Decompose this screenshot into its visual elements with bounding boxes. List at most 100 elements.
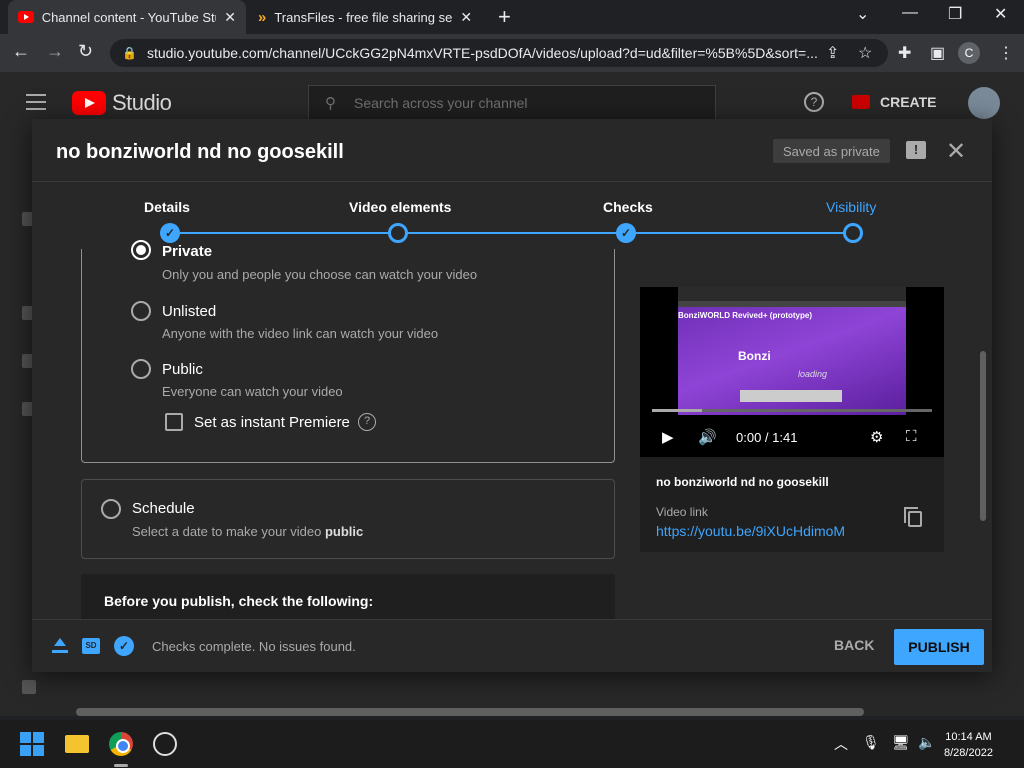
saved-status-badge: Saved as private bbox=[773, 139, 890, 163]
side-panel-icon[interactable]: ▣ bbox=[930, 43, 945, 63]
upload-dialog: no bonziworld nd no goosekill Saved as p… bbox=[32, 119, 992, 672]
step-done-check-icon[interactable]: ✓ bbox=[616, 223, 636, 243]
step-video-elements[interactable]: Video elements bbox=[349, 199, 451, 217]
schedule-desc-bold: public bbox=[324, 524, 364, 539]
bookmark-star-icon[interactable]: ☆ bbox=[858, 43, 872, 63]
option-private-title: Private bbox=[162, 243, 213, 260]
step-details[interactable]: Details bbox=[144, 199, 190, 217]
back-arrow-icon[interactable]: ← bbox=[12, 41, 30, 62]
youtube-logo-icon bbox=[72, 91, 106, 115]
speaker-icon[interactable]: 🔈 bbox=[918, 734, 935, 751]
address-bar[interactable]: 🔒 studio.youtube.com/channel/UCckGG2pN4m… bbox=[110, 39, 888, 67]
dialog-footer: SD ✓ Checks complete. No issues found. B… bbox=[32, 619, 992, 672]
transfiles-favicon-icon: » bbox=[258, 8, 267, 26]
fullscreen-icon[interactable]: ⛶ bbox=[906, 428, 917, 445]
windows-start-icon[interactable] bbox=[20, 732, 44, 756]
tab-transfiles[interactable]: » TransFiles - free file sharing service… bbox=[248, 0, 488, 34]
browser-tab-bar: Channel content - YouTube Studio ✕ » Tra… bbox=[0, 0, 1024, 34]
video-time: 0:00 / 1:41 bbox=[736, 430, 798, 445]
step-label: Checks bbox=[603, 199, 653, 215]
clock-date: 8/28/2022 bbox=[944, 747, 993, 759]
youtube-favicon-icon bbox=[18, 11, 34, 23]
sd-badge-icon: SD bbox=[82, 638, 100, 654]
help-question-icon[interactable]: ? bbox=[358, 413, 376, 431]
play-icon[interactable]: ▶ bbox=[662, 428, 674, 446]
step-checks[interactable]: Checks bbox=[603, 199, 653, 217]
tab-search-icon[interactable]: ⌄ bbox=[856, 4, 869, 24]
thumb-title: BonziWORLD Revived+ (prototype) bbox=[678, 311, 813, 320]
volume-icon[interactable]: 🔊 bbox=[698, 428, 717, 446]
network-icon[interactable]: 🖥 bbox=[892, 734, 910, 751]
menu-kebab-icon[interactable]: ⋮ bbox=[998, 43, 1014, 63]
settings-gear-icon[interactable]: ⚙ bbox=[870, 428, 883, 446]
schedule-desc: Select a date to make your video public bbox=[132, 524, 363, 539]
video-thumbnail: BonziWORLD Revived+ (prototype) Bonzi lo… bbox=[678, 287, 906, 415]
close-window-icon[interactable]: ✕ bbox=[994, 4, 1007, 24]
profile-avatar[interactable]: C bbox=[958, 42, 980, 64]
close-dialog-icon[interactable]: ✕ bbox=[946, 137, 966, 166]
thumb-loading: loading bbox=[798, 369, 828, 379]
copy-link-icon[interactable] bbox=[904, 507, 922, 527]
step-current-ring-icon[interactable] bbox=[843, 223, 863, 243]
send-feedback-icon[interactable]: ! bbox=[906, 141, 926, 159]
channel-search-input[interactable]: ⚲ Search across your channel bbox=[308, 85, 716, 121]
video-progress-fill bbox=[652, 409, 703, 412]
schedule-title: Schedule bbox=[132, 500, 195, 517]
url-text: studio.youtube.com/channel/UCckGG2pN4mxV… bbox=[146, 45, 818, 61]
page-horizontal-scrollbar[interactable] bbox=[76, 708, 864, 716]
chrome-icon[interactable] bbox=[109, 732, 133, 756]
option-private-desc: Only you and people you choose can watch… bbox=[162, 267, 478, 282]
back-button[interactable]: BACK bbox=[834, 637, 874, 653]
publish-button[interactable]: PUBLISH bbox=[894, 629, 984, 665]
tray-chevron-up-icon[interactable]: ︿ bbox=[834, 734, 848, 754]
reload-icon[interactable]: ↻ bbox=[78, 41, 93, 62]
preview-video-title: no bonziworld nd no goosekill bbox=[656, 475, 829, 489]
header-divider bbox=[32, 181, 992, 182]
video-link[interactable]: https://youtu.be/9iXUcHdimoM bbox=[656, 523, 845, 539]
forward-arrow-icon[interactable]: → bbox=[46, 41, 64, 62]
minimize-icon[interactable]: — bbox=[902, 4, 918, 22]
tab-title: Channel content - YouTube Studio bbox=[41, 9, 217, 25]
hamburger-menu-icon[interactable] bbox=[26, 94, 46, 110]
step-pending-dot-icon[interactable] bbox=[388, 223, 408, 243]
step-label: Details bbox=[144, 199, 190, 215]
schedule-box[interactable]: Schedule Select a date to make your vide… bbox=[81, 479, 615, 559]
tab-title: TransFiles - free file sharing service bbox=[274, 9, 453, 25]
feedback-sidebar-icon bbox=[22, 680, 36, 694]
taskbar-clock[interactable]: 10:14 AM 8/28/2022 bbox=[944, 729, 993, 761]
restore-icon[interactable]: ❐ bbox=[948, 4, 962, 24]
channel-avatar[interactable] bbox=[968, 87, 1000, 119]
radio-public[interactable] bbox=[131, 359, 151, 379]
file-explorer-icon[interactable] bbox=[65, 735, 89, 753]
help-icon[interactable]: ? bbox=[804, 92, 824, 112]
create-label: CREATE bbox=[880, 94, 937, 110]
tab-youtube-studio[interactable]: Channel content - YouTube Studio ✕ bbox=[8, 0, 246, 34]
option-unlisted-desc: Anyone with the video link can watch you… bbox=[162, 326, 439, 341]
before-publish-title: Before you publish, check the following: bbox=[104, 593, 374, 609]
video-progress-bar[interactable] bbox=[652, 409, 932, 412]
create-button[interactable]: CREATE bbox=[852, 90, 937, 114]
option-unlisted-title: Unlisted bbox=[162, 303, 217, 320]
radio-schedule[interactable] bbox=[101, 499, 121, 519]
dialog-title: no bonziworld nd no goosekill bbox=[56, 141, 344, 163]
thumb-logo: Bonzi bbox=[738, 349, 771, 363]
video-player[interactable]: BonziWORLD Revived+ (prototype) Bonzi lo… bbox=[640, 287, 944, 457]
close-tab-icon[interactable]: ✕ bbox=[460, 9, 472, 26]
microphone-icon[interactable]: 🎙 bbox=[862, 734, 880, 751]
studio-logo[interactable]: Studio bbox=[72, 90, 172, 116]
obs-icon[interactable] bbox=[153, 732, 177, 756]
clock-time: 10:14 AM bbox=[945, 731, 992, 743]
video-camera-icon bbox=[852, 95, 870, 109]
video-link-label: Video link bbox=[656, 505, 708, 519]
close-tab-icon[interactable]: ✕ bbox=[224, 9, 236, 26]
dialog-scrollbar[interactable] bbox=[980, 351, 986, 521]
step-done-check-icon[interactable]: ✓ bbox=[160, 223, 180, 243]
radio-private[interactable] bbox=[131, 240, 151, 260]
share-icon[interactable]: ⇪ bbox=[826, 43, 839, 63]
extensions-icon[interactable]: ✚ bbox=[898, 43, 911, 63]
step-visibility[interactable]: Visibility bbox=[826, 199, 876, 217]
instant-premiere-checkbox[interactable] bbox=[165, 413, 183, 431]
windows-taskbar: ︿ 🎙 🖥 🔈 bbox=[0, 720, 1024, 768]
new-tab-icon[interactable]: + bbox=[498, 4, 511, 30]
radio-unlisted[interactable] bbox=[131, 301, 151, 321]
